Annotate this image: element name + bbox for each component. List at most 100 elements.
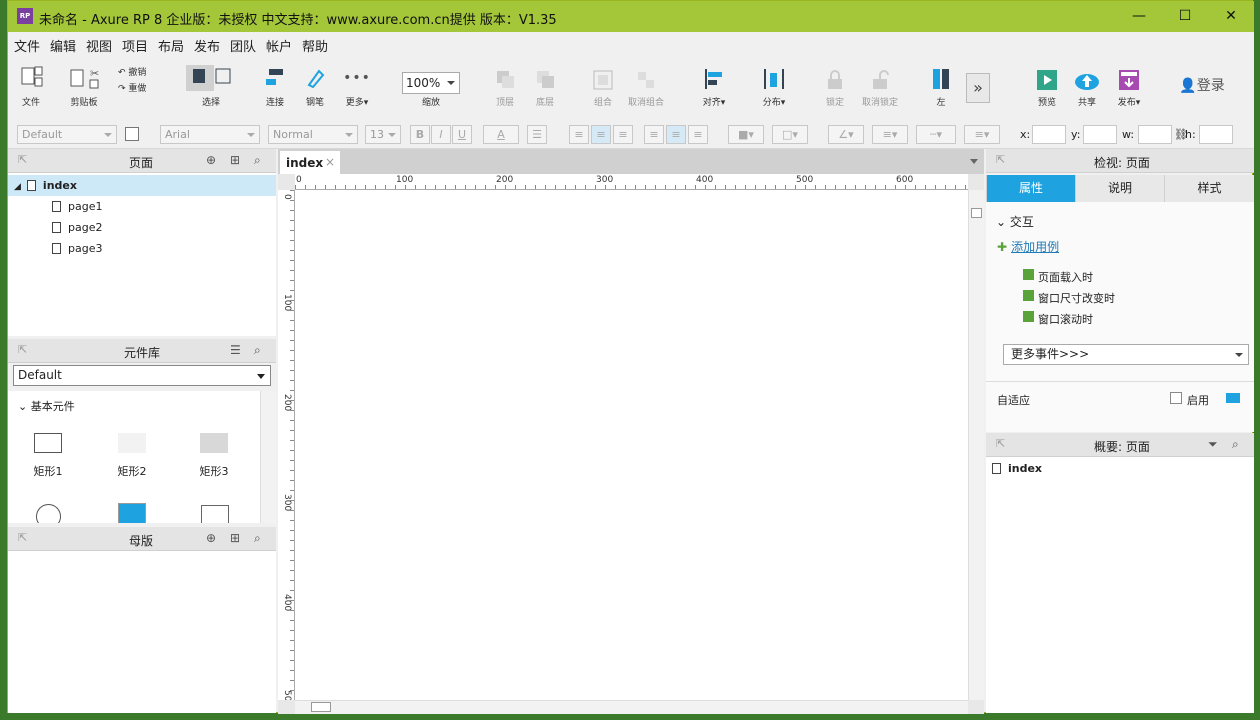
- minimize-button[interactable]: —: [1116, 1, 1162, 32]
- align-top-icon[interactable]: ≡: [644, 125, 664, 144]
- line-width-icon[interactable]: ≡▾: [872, 125, 908, 144]
- preview-button[interactable]: 预览: [1032, 69, 1062, 108]
- zoom-select[interactable]: 100%: [402, 72, 460, 94]
- tree-collapse-icon[interactable]: ◢: [14, 182, 21, 192]
- align-text-center-icon[interactable]: ≡: [591, 125, 611, 144]
- page-item-page1[interactable]: page1: [8, 196, 276, 217]
- underline-button[interactable]: U: [452, 125, 472, 144]
- unlock-button[interactable]: 取消锁定: [858, 69, 902, 108]
- line-color-icon[interactable]: ∠▾: [828, 125, 864, 144]
- redo-button[interactable]: ↷ 重做: [118, 81, 158, 94]
- send-to-back-button[interactable]: 底层: [530, 69, 560, 108]
- page-item-index[interactable]: ◢ index: [8, 175, 276, 196]
- filter-icon[interactable]: ⏷: [1208, 437, 1218, 452]
- library-select[interactable]: Default: [13, 365, 271, 386]
- login-button[interactable]: 👤登录: [1174, 75, 1230, 95]
- format-painter-icon[interactable]: [125, 127, 139, 141]
- menu-project[interactable]: 项目: [122, 36, 148, 55]
- canvas-vertical-scrollbar[interactable]: [968, 190, 984, 700]
- page-item-page2[interactable]: page2: [8, 217, 276, 238]
- font-select[interactable]: Arial: [160, 125, 260, 144]
- close-button[interactable]: ✕: [1208, 1, 1254, 32]
- menu-team[interactable]: 团队: [230, 36, 256, 55]
- adaptive-settings-icon[interactable]: [1226, 393, 1240, 403]
- search-icon[interactable]: ⌕: [1232, 437, 1239, 452]
- outline-item-index[interactable]: index: [992, 462, 1042, 475]
- design-canvas[interactable]: [295, 190, 968, 700]
- event-page-load[interactable]: 页面载入时: [1038, 269, 1093, 285]
- group-button[interactable]: 组合: [588, 69, 618, 108]
- pin-icon[interactable]: ⇱: [18, 153, 27, 166]
- tab-notes[interactable]: 说明: [1075, 175, 1164, 202]
- y-input[interactable]: [1083, 125, 1117, 144]
- canvas-horizontal-scrollbar[interactable]: [295, 700, 968, 714]
- scroll-thumb[interactable]: [311, 702, 331, 712]
- align-text-right-icon[interactable]: ≡: [613, 125, 633, 144]
- interaction-section[interactable]: ⌄ 交互: [996, 213, 1034, 230]
- event-window-resize[interactable]: 窗口尺寸改变时: [1038, 290, 1115, 306]
- close-tab-icon[interactable]: ×: [325, 155, 335, 169]
- tab-index[interactable]: index ×: [280, 151, 340, 174]
- scroll-thumb[interactable]: [971, 208, 982, 218]
- bold-button[interactable]: B: [410, 125, 430, 144]
- maximize-button[interactable]: ☐: [1162, 1, 1208, 32]
- align-bottom-icon[interactable]: ≡: [688, 125, 708, 144]
- distribute-button[interactable]: 分布▾: [756, 67, 792, 108]
- line-style-icon[interactable]: ┄▾: [916, 125, 956, 144]
- tab-properties[interactable]: 属性: [986, 175, 1075, 202]
- widget-rectangle-1[interactable]: 矩形1: [18, 433, 78, 479]
- height-input[interactable]: [1199, 125, 1233, 144]
- menu-account[interactable]: 帐户: [266, 36, 292, 55]
- menu-file[interactable]: 文件: [14, 36, 40, 55]
- lock-button[interactable]: 锁定: [820, 69, 850, 108]
- add-folder-icon[interactable]: ⊞: [230, 153, 240, 167]
- left-align-button[interactable]: 左: [926, 67, 956, 108]
- menu-view[interactable]: 视图: [86, 36, 112, 55]
- page-item-page3[interactable]: page3: [8, 238, 276, 259]
- menu-help[interactable]: 帮助: [302, 36, 328, 55]
- ungroup-button[interactable]: 取消组合: [624, 69, 668, 108]
- align-middle-icon[interactable]: ≡: [666, 125, 686, 144]
- menu-edit[interactable]: 编辑: [50, 36, 76, 55]
- italic-button[interactable]: I: [431, 125, 451, 144]
- shadow-icon[interactable]: □▾: [772, 125, 808, 144]
- font-color-button[interactable]: A: [483, 125, 519, 144]
- tab-menu-chevron-icon[interactable]: [970, 159, 978, 164]
- library-scrollbar[interactable]: [260, 391, 276, 523]
- arrow-style-icon[interactable]: ≡▾: [964, 125, 1000, 144]
- add-page-icon[interactable]: ⊕: [206, 153, 216, 167]
- pin-icon[interactable]: ⇱: [18, 531, 27, 544]
- search-icon[interactable]: ⌕: [254, 531, 261, 546]
- pen-button[interactable]: 钢笔: [300, 65, 330, 108]
- add-master-icon[interactable]: ⊕: [206, 531, 216, 545]
- ellipse-widget-icon[interactable]: [36, 504, 61, 523]
- menu-layout[interactable]: 布局: [158, 36, 184, 55]
- search-icon[interactable]: ⌕: [254, 343, 261, 358]
- widget-rectangle-2[interactable]: 矩形2: [102, 433, 162, 479]
- add-case-link[interactable]: ✚ 添加用例: [997, 238, 1059, 255]
- bullet-list-icon[interactable]: ☰: [527, 125, 547, 144]
- width-input[interactable]: [1138, 125, 1172, 144]
- event-window-scroll[interactable]: 窗口滚动时: [1038, 311, 1093, 327]
- expand-toolbar-button[interactable]: »: [966, 73, 990, 103]
- clipboard-button[interactable]: ✂ 剪贴板: [64, 65, 104, 108]
- share-button[interactable]: 共享: [1072, 69, 1102, 108]
- font-size-select[interactable]: 13: [365, 125, 401, 144]
- menu-icon[interactable]: ☰: [230, 343, 241, 357]
- file-button[interactable]: 文件: [16, 65, 46, 108]
- x-input[interactable]: [1032, 125, 1066, 144]
- undo-button[interactable]: ↶ 撤销: [118, 65, 158, 78]
- pin-icon[interactable]: ⇱: [996, 437, 1005, 450]
- style-select[interactable]: Default: [17, 125, 117, 144]
- pin-icon[interactable]: ⇱: [996, 153, 1005, 166]
- fill-color-icon[interactable]: ■▾: [728, 125, 764, 144]
- publish-button[interactable]: 发布▾: [1112, 69, 1146, 108]
- enable-adaptive-checkbox[interactable]: [1170, 392, 1182, 404]
- font-weight-select[interactable]: Normal: [268, 125, 358, 144]
- select-button[interactable]: 选择: [186, 65, 236, 108]
- pin-icon[interactable]: ⇱: [18, 343, 27, 356]
- more-tools-button[interactable]: ••• 更多▾: [340, 65, 374, 108]
- library-section-basic[interactable]: ⌄ 基本元件: [18, 398, 75, 414]
- search-icon[interactable]: ⌕: [254, 153, 261, 168]
- widget-rectangle-3[interactable]: 矩形3: [184, 433, 244, 479]
